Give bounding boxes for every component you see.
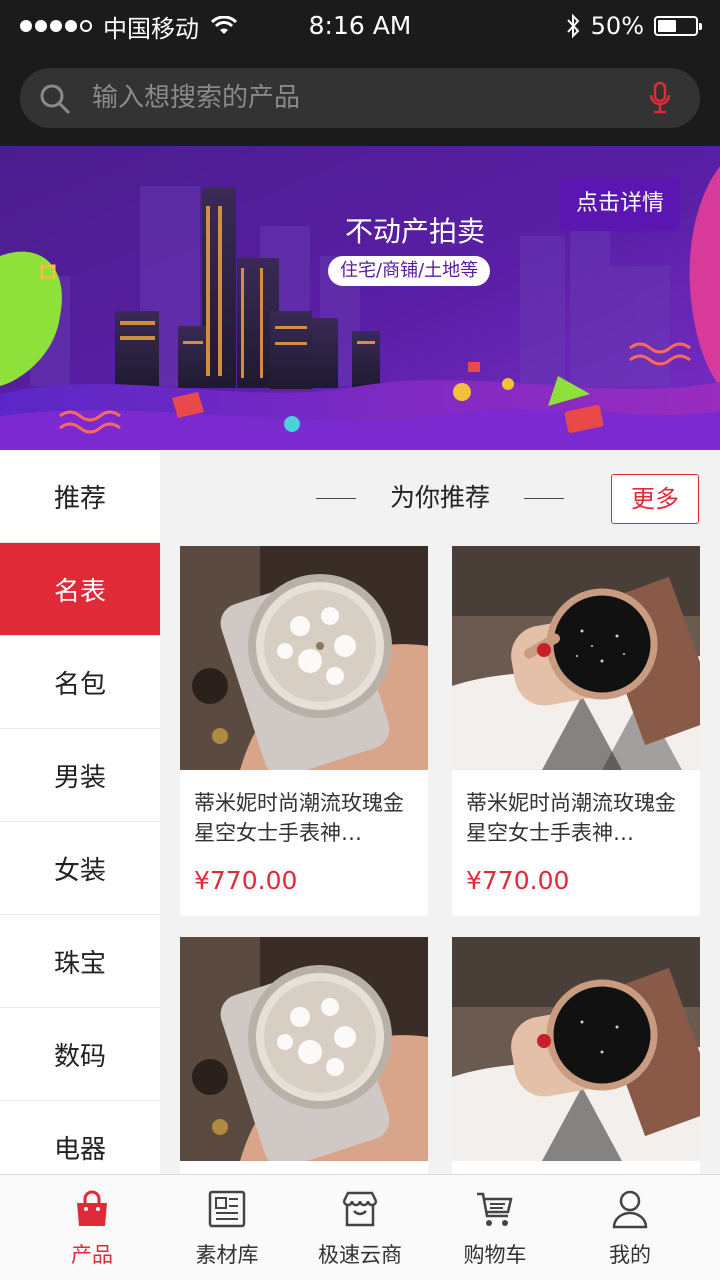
product-price: ¥770.00 xyxy=(194,866,298,895)
status-right: 50% xyxy=(565,10,702,42)
product-image[interactable] xyxy=(180,546,428,770)
search-placeholder: 输入想搜索的产品 xyxy=(92,83,301,113)
product-image[interactable] xyxy=(452,937,700,1161)
bag-icon xyxy=(77,1190,107,1226)
tab-cloud-store[interactable]: 极速云商 xyxy=(290,1175,430,1280)
category-sidebar: 推荐 名表 名包 男装 女装 珠宝 数码 电器 xyxy=(0,450,160,1174)
status-bar: 中国移动 8:16 AM 50% xyxy=(0,0,720,52)
tab-products[interactable]: 产品 xyxy=(22,1175,162,1280)
crystal-watch-photo xyxy=(180,937,428,1161)
sidebar-item-jewelry[interactable]: 珠宝 xyxy=(0,915,160,1008)
product-card[interactable]: 蒂米妮时尚潮流玫瑰金星空女士手表神… ¥770.00 xyxy=(180,546,428,916)
crystal-watch-photo xyxy=(180,546,428,770)
banner-details-button[interactable]: 点击详情 xyxy=(560,177,680,231)
product-title: 蒂米妮时尚潮流玫瑰金星空女士手表神… xyxy=(194,791,404,845)
section-title: 为你推荐 xyxy=(389,483,490,512)
sidebar-item-recommend[interactable]: 推荐 xyxy=(0,450,160,543)
section-divider-right xyxy=(524,498,564,499)
tab-materials[interactable]: 素材库 xyxy=(157,1175,297,1280)
more-button[interactable]: 更多 xyxy=(611,474,699,524)
tab-label: 购物车 xyxy=(463,1243,527,1267)
battery-level xyxy=(658,20,676,32)
battery-icon xyxy=(654,16,702,36)
store-icon xyxy=(342,1191,378,1227)
bluetooth-icon xyxy=(566,13,580,39)
product-title: 蒂米妮时尚潮流玫瑰金星空女士手表神… xyxy=(466,791,676,845)
bottom-tabbar: 产品 素材库 极速云商 购物车 我的 xyxy=(0,1174,720,1280)
product-area: 为你推荐 更多 蒂米妮时尚潮流玫瑰金星空女士手表神… ¥770.00 蒂米妮时尚… xyxy=(160,450,720,1174)
user-icon xyxy=(612,1190,648,1229)
mic-icon[interactable] xyxy=(648,81,672,115)
search-input[interactable]: 输入想搜索的产品 xyxy=(20,68,700,128)
promo-banner[interactable]: 不动产拍卖 住宅/商铺/土地等 点击详情 xyxy=(0,146,720,450)
sidebar-item-womenswear[interactable]: 女装 xyxy=(0,822,160,915)
sidebar-item-appliances[interactable]: 电器 xyxy=(0,1101,160,1174)
product-image[interactable] xyxy=(180,937,428,1161)
battery-percent: 50% xyxy=(590,12,644,40)
battery-tip xyxy=(699,23,702,30)
sidebar-item-watches[interactable]: 名表 xyxy=(0,543,160,636)
search-bar: 输入想搜索的产品 xyxy=(0,52,720,146)
search-icon xyxy=(40,84,70,114)
sidebar-item-digital[interactable]: 数码 xyxy=(0,1008,160,1101)
starry-watch-photo xyxy=(452,937,700,1161)
product-card[interactable] xyxy=(180,937,428,1174)
banner-title: 不动产拍卖 xyxy=(344,215,485,248)
product-card[interactable]: 蒂米妮时尚潮流玫瑰金星空女士手表神… ¥770.00 xyxy=(452,546,700,916)
sidebar-item-bags[interactable]: 名包 xyxy=(0,636,160,729)
sidebar-item-menswear[interactable]: 男装 xyxy=(0,729,160,822)
product-card[interactable] xyxy=(452,937,700,1174)
product-price: ¥770.00 xyxy=(466,866,570,895)
tab-me[interactable]: 我的 xyxy=(560,1175,700,1280)
banner-tag: 住宅/商铺/土地等 xyxy=(328,256,491,286)
tab-label: 素材库 xyxy=(195,1243,259,1267)
tab-label: 产品 xyxy=(71,1243,113,1267)
product-image[interactable] xyxy=(452,546,700,770)
tab-label: 极速云商 xyxy=(318,1243,402,1267)
tab-label: 我的 xyxy=(609,1243,651,1267)
starry-watch-photo xyxy=(452,546,700,770)
newspaper-icon xyxy=(208,1190,246,1228)
tab-cart[interactable]: 购物车 xyxy=(425,1175,565,1280)
section-header: 为你推荐 更多 xyxy=(160,450,720,546)
cart-icon xyxy=(477,1192,513,1226)
